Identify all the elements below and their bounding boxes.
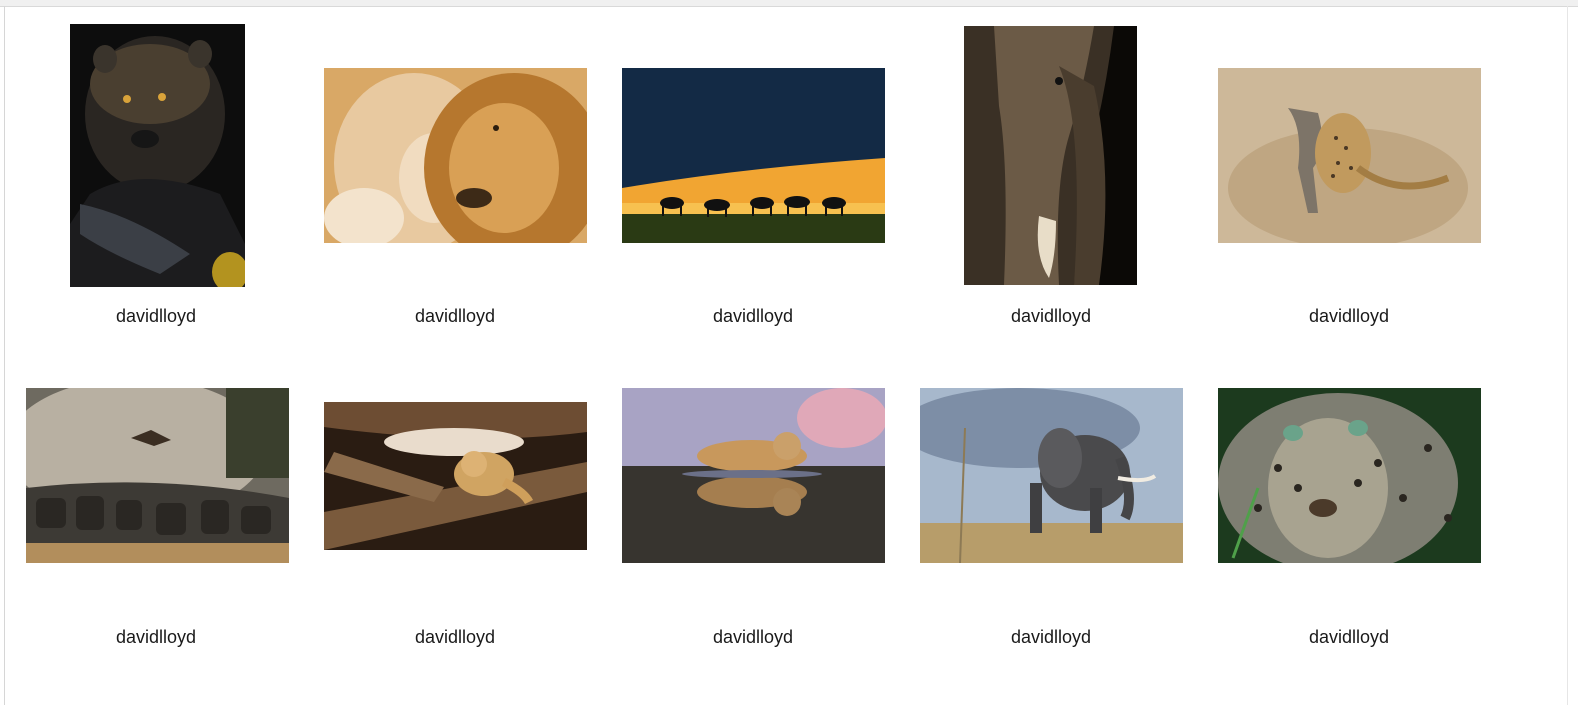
lion-reflection-photo[interactable] [622,388,885,563]
leopard-hunt-photo[interactable] [1218,68,1481,243]
lion-cub-photo[interactable] [324,402,587,550]
photo-caption[interactable]: davidlloyd [901,305,1201,327]
wildebeest-herd-photo[interactable] [26,388,289,563]
black-panther-photo[interactable] [70,24,245,287]
top-border [0,0,1578,7]
photo-caption[interactable]: davidlloyd [305,626,605,648]
photo-caption[interactable]: davidlloyd [1199,305,1499,327]
photo-caption[interactable]: davidlloyd [603,626,903,648]
photo-caption[interactable]: davidlloyd [901,626,1201,648]
elephant-savanna-photo[interactable] [920,388,1183,563]
photo-caption[interactable]: davidlloyd [305,305,605,327]
leopard-face-photo[interactable] [1218,388,1481,563]
right-border [1567,6,1568,705]
photo-caption[interactable]: davidlloyd [6,626,306,648]
elephant-closeup-photo[interactable] [964,26,1137,285]
left-border [4,6,5,705]
photo-caption[interactable]: davidlloyd [6,305,306,327]
antelope-sunset-photo[interactable] [622,68,885,243]
photo-caption[interactable]: davidlloyd [1199,626,1499,648]
lion-pair-photo[interactable] [324,68,587,243]
photo-caption[interactable]: davidlloyd [603,305,903,327]
